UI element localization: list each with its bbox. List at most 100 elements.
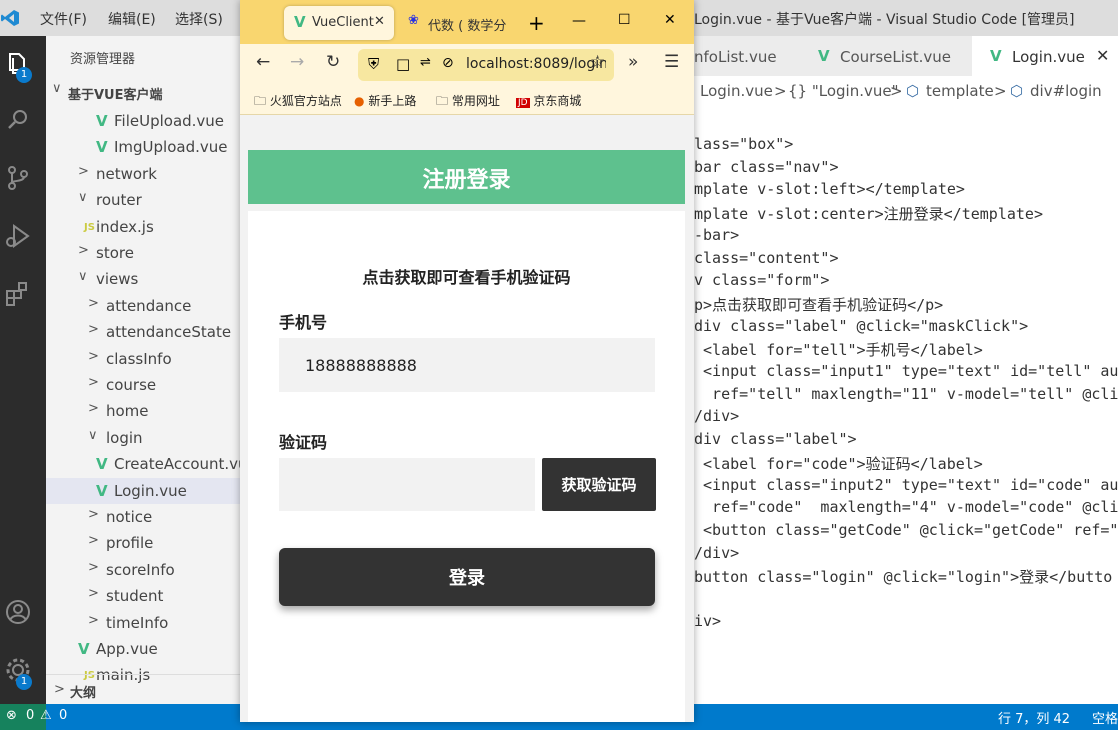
bookmark-newbie[interactable]: ● 新手上路 [354,92,416,109]
tree-item[interactable]: > course [46,372,242,398]
code-editor[interactable]: lass="box"> bar class="nav"> mplate v-slot… [694,106,1118,704]
tab-courselist[interactable]: V CourseList.vue [802,36,972,76]
indentation[interactable]: 空格 [1092,708,1118,727]
tree-item[interactable]: > home [46,398,242,424]
back-arrow-icon[interactable]: ← [256,52,270,72]
cursor-position[interactable]: 行 7，列 42 [998,708,1070,727]
project-name: 基于VUE客户端 [68,88,163,103]
code-line[interactable]: bar class="nav"> [694,158,839,180]
code-line[interactable]: <input class="input2" type="text" id="co… [694,476,1118,498]
code-line[interactable]: <button class="getCode" @click="getCode"… [694,521,1118,543]
new-tab-icon[interactable]: + [528,11,545,35]
tree-item[interactable]: > attendance [46,293,242,319]
browser-tab-vueclient[interactable]: V VueClient ✕ [284,6,394,40]
tab-infolist[interactable]: nfoList.vue [694,36,802,76]
maximize-icon[interactable]: ☐ [618,12,631,28]
breadcrumb-file[interactable]: Login.vue [700,82,773,100]
tree-item[interactable]: V FileUpload.vue [46,108,242,134]
code-line[interactable]: mplate v-slot:left></template> [694,180,965,202]
code-line[interactable]: mplate v-slot:center>注册登录</template> [694,203,1043,225]
bookmark-star-icon[interactable]: ☆ [590,52,605,72]
error-icon[interactable]: ⊗ [6,708,17,723]
tree-item[interactable]: ∨ router [46,187,242,213]
source-control-icon[interactable] [4,164,32,192]
browser-tab-strip: V VueClient ✕ ❀ 代数 ( 数学分 + — ☐ ✕ [240,0,694,44]
menu-selection[interactable]: 选择(S) [175,9,223,29]
extensions-icon[interactable] [4,280,32,308]
breadcrumb-template[interactable]: template [926,82,994,100]
code-line[interactable]: lass="box"> [694,135,793,157]
code-line[interactable]: iv> [694,612,721,634]
hamburger-menu-icon[interactable]: ☰ [664,52,679,72]
window-close-icon[interactable]: ✕ [664,12,676,28]
tree-item-label: network [96,164,157,183]
tree-item[interactable]: > network [46,161,242,187]
code-line[interactable]: button class="login" @click="login">登录</… [694,566,1112,588]
close-tab-icon[interactable]: ✕ [374,14,385,29]
menu-edit[interactable]: 编辑(E) [108,9,156,29]
code-line[interactable]: ref="code" maxlength="4" v-model="code" … [694,498,1118,520]
code-line[interactable]: <label for="tell">手机号</label> [694,339,983,361]
search-icon[interactable] [4,106,32,134]
url-bar[interactable]: ⛨ □ ⇌ ⊘ localhost:8089/login [358,49,614,81]
tree-item[interactable]: > classInfo [46,346,242,372]
project-root[interactable]: ∨ 基于VUE客户端 [46,78,242,104]
code-line[interactable]: /div> [694,407,739,429]
bookmark-common[interactable]: 🗀 常用网址 [436,92,500,113]
tree-item[interactable]: V App.vue [46,636,242,662]
permissions-icon[interactable]: ⇌ [420,55,431,70]
tree-item[interactable]: > scoreInfo [46,557,242,583]
error-count[interactable]: 0 [26,708,34,723]
tree-item[interactable]: JS index.js [46,214,242,240]
tab-label: nfoList.vue [694,48,777,66]
tree-item[interactable]: > store [46,240,242,266]
explorer-title: 资源管理器 [70,52,136,67]
outline-section[interactable]: > 大纲 [46,674,242,704]
forward-arrow-icon[interactable]: → [290,52,304,72]
tree-item[interactable]: > notice [46,504,242,530]
reload-icon[interactable]: ↻ [326,52,340,72]
tree-item[interactable]: V CreateAccount.vue [46,451,242,477]
tab-login[interactable]: V Login.vue ✕ [972,36,1118,76]
code-line[interactable]: -bar> [694,226,739,248]
code-line[interactable]: class="content"> [694,249,839,271]
tree-item[interactable]: V ImgUpload.vue [46,134,242,160]
warning-icon[interactable]: ⚠ [40,708,52,723]
browser-tab-baidu[interactable]: ❀ 代数 ( 数学分 [402,6,512,40]
account-icon[interactable] [4,598,32,626]
tree-item[interactable]: > timeInfo [46,610,242,636]
tree-item[interactable]: V Login.vue [46,477,242,504]
tree-item[interactable]: ∨ views [46,266,242,292]
tree-item[interactable]: ∨ login [46,425,242,451]
shield-icon[interactable]: ⛨ [368,55,379,73]
bookmark-firefox[interactable]: 🗀 火狐官方站点 [254,92,342,113]
code-line[interactable]: /div> [694,544,739,566]
code-line[interactable]: ref="tell" maxlength="11" v-model="tell"… [694,385,1118,407]
tracking-icon[interactable]: ⊘ [442,55,454,71]
code-line[interactable]: div class="label" @click="maskClick"> [694,317,1028,339]
login-button[interactable]: 登录 [279,548,655,606]
code-line[interactable]: v class="form"> [694,271,829,293]
url-text[interactable]: localhost:8089/login [466,56,606,72]
breadcrumb-component[interactable]: {} "Login.vue" [788,82,899,100]
tree-item[interactable]: > profile [46,530,242,556]
run-debug-icon[interactable] [4,222,32,250]
code-input[interactable] [279,458,535,511]
minimize-icon[interactable]: — [572,13,586,29]
code-line[interactable]: <input class="input1" type="text" id="te… [694,362,1118,384]
tree-item[interactable]: > attendanceState [46,319,242,345]
get-code-button[interactable]: 获取验证码 [542,458,656,511]
code-line[interactable]: <label for="code">验证码</label> [694,453,983,475]
phone-input[interactable] [279,338,655,392]
menu-file[interactable]: 文件(F) [40,9,87,29]
overflow-chevron-icon[interactable]: » [628,52,638,72]
bookmark-jd[interactable]: JD 京东商城 [516,92,581,109]
warning-count[interactable]: 0 [59,708,67,723]
close-tab-icon[interactable]: ✕ [1096,46,1109,65]
breadcrumb-div[interactable]: div#login [1030,82,1102,100]
tree-item-label: timeInfo [106,613,169,632]
code-line[interactable]: p>点击获取即可查看手机验证码</p> [694,294,943,316]
tree-item-label: attendance [106,296,192,315]
code-line[interactable]: div class="label"> [694,430,857,452]
tree-item[interactable]: > student [46,583,242,609]
